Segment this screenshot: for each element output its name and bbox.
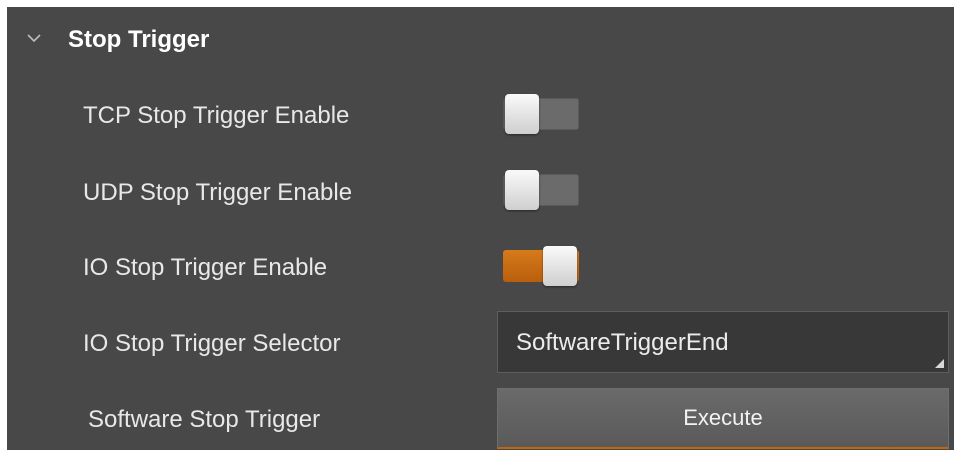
chevron-down-icon[interactable] (27, 33, 41, 43)
toggle-knob (543, 246, 577, 286)
stop-trigger-panel: Stop Trigger TCP Stop Trigger Enable UDP… (7, 7, 954, 450)
dropdown-corner-icon (935, 359, 944, 368)
io-stop-trigger-selector-dropdown[interactable]: SoftwareTriggerEnd (497, 311, 949, 373)
selected-value: SoftwareTriggerEnd (516, 329, 729, 356)
tcp-stop-trigger-enable-toggle[interactable] (501, 94, 581, 134)
execute-button[interactable]: Execute (497, 388, 949, 449)
section-title: Stop Trigger (68, 26, 210, 53)
udp-stop-trigger-enable-toggle[interactable] (501, 170, 581, 210)
io-stop-trigger-selector-label: IO Stop Trigger Selector (83, 330, 341, 357)
io-stop-trigger-enable-toggle[interactable] (501, 246, 581, 286)
section-header[interactable]: Stop Trigger (7, 7, 954, 73)
io-stop-trigger-enable-label: IO Stop Trigger Enable (83, 254, 328, 281)
tcp-stop-trigger-enable-label: TCP Stop Trigger Enable (83, 102, 350, 129)
software-stop-trigger-label: Software Stop Trigger (88, 406, 321, 433)
toggle-knob (505, 170, 539, 210)
udp-stop-trigger-enable-label: UDP Stop Trigger Enable (83, 179, 353, 206)
toggle-knob (505, 94, 539, 134)
